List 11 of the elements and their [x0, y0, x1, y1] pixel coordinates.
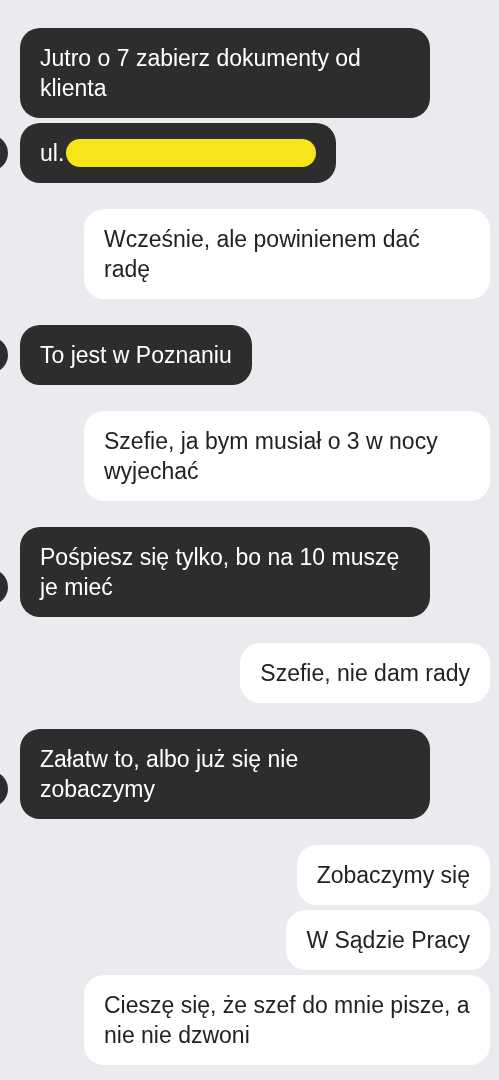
outgoing-message: Szefie, ja bym musiał o 3 w nocy wyjechać [84, 411, 490, 501]
outgoing-message: W Sądzie Pracy [286, 910, 490, 970]
outgoing-message: Szefie, nie dam rady [240, 643, 490, 703]
message-text: Jutro o 7 zabierz dokumenty od klienta [40, 44, 362, 103]
message-text: To jest w Poznaniu [40, 341, 232, 370]
message-text: ul. [40, 139, 65, 168]
message-text: Pośpiesz się tylko, bo na 10 muszę je mieć [40, 543, 401, 602]
message-text: Załatw to, albo już się nie zobaczymy [40, 745, 300, 804]
outgoing-message: Wcześnie, ale powinienem dać radę [84, 209, 490, 299]
outgoing-message: Cieszę się, że szef do mnie pisze, a nie nie dzwoni [84, 975, 490, 1065]
outgoing-message: Zobaczymy się [296, 845, 490, 905]
